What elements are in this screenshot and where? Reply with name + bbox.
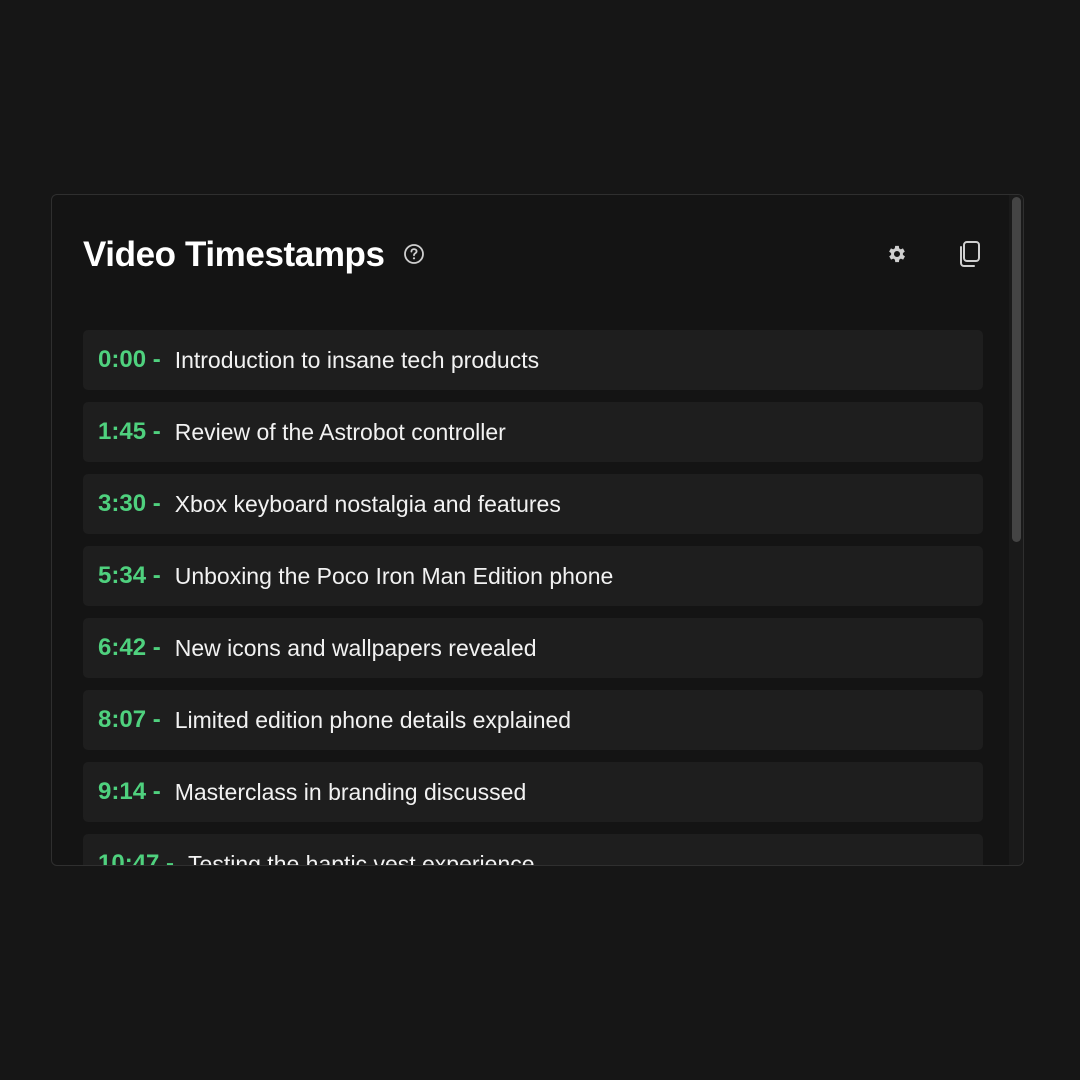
timestamp-row[interactable]: 9:14 - Masterclass in branding discussed [83, 762, 983, 822]
timestamp-time[interactable]: 6:42 - [98, 634, 161, 662]
timestamp-row[interactable]: 10:47 - Testing the haptic vest experien… [83, 834, 983, 866]
timestamp-row[interactable]: 1:45 - Review of the Astrobot controller [83, 402, 983, 462]
panel-header: Video Timestamps [83, 229, 983, 279]
timestamp-label: Masterclass in branding discussed [174, 778, 527, 805]
panel-title: Video Timestamps [83, 234, 385, 274]
timestamp-time[interactable]: 8:07 - [98, 706, 161, 734]
help-circle-icon[interactable] [403, 243, 425, 265]
gear-icon[interactable] [883, 240, 911, 268]
timestamp-time[interactable]: 10:47 - [98, 850, 174, 865]
timestamp-row[interactable]: 5:34 - Unboxing the Poco Iron Man Editio… [83, 546, 983, 606]
timestamp-label: Review of the Astrobot controller [174, 418, 506, 445]
timestamp-time[interactable]: 9:14 - [98, 778, 161, 806]
timestamp-time[interactable]: 3:30 - [98, 490, 161, 518]
timestamp-label: Xbox keyboard nostalgia and features [174, 490, 561, 517]
timestamp-label: Testing the haptic vest experience [188, 850, 535, 866]
timestamp-row[interactable]: 6:42 - New icons and wallpapers revealed [83, 618, 983, 678]
timestamp-label: Unboxing the Poco Iron Man Edition phone [174, 562, 614, 589]
timestamp-time[interactable]: 1:45 - [98, 418, 161, 446]
timestamp-row[interactable]: 3:30 - Xbox keyboard nostalgia and featu… [83, 474, 983, 534]
timestamp-row[interactable]: 8:07 - Limited edition phone details exp… [83, 690, 983, 750]
timestamp-time[interactable]: 5:34 - [98, 562, 161, 590]
scrollbar-thumb[interactable] [1012, 197, 1021, 542]
timestamp-label: Limited edition phone details explained [174, 706, 572, 733]
timestamp-time[interactable]: 0:00 - [98, 346, 161, 374]
timestamp-row[interactable]: 0:00 - Introduction to insane tech produ… [83, 330, 983, 390]
copy-icon[interactable] [955, 240, 983, 268]
scrollbar[interactable] [1009, 195, 1023, 865]
timestamps-panel: Video Timestamps 0:00 - Introduction to … [51, 194, 1024, 866]
header-actions [883, 240, 983, 268]
timestamp-label: New icons and wallpapers revealed [174, 634, 537, 661]
timestamp-list: 0:00 - Introduction to insane tech produ… [83, 330, 983, 866]
timestamp-label: Introduction to insane tech products [174, 346, 540, 373]
